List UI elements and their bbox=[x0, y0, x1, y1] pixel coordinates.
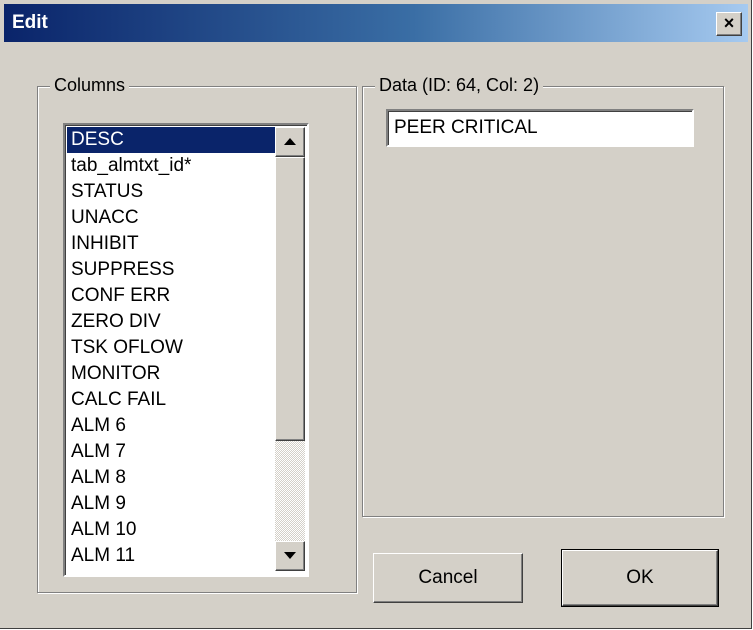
ok-button[interactable]: OK bbox=[561, 549, 719, 607]
columns-scrollbar[interactable] bbox=[275, 127, 305, 571]
scroll-down-button[interactable] bbox=[275, 541, 305, 571]
list-item[interactable]: CONF ERR bbox=[67, 283, 275, 309]
arrow-up-icon bbox=[284, 138, 296, 145]
list-item[interactable]: DESC bbox=[67, 127, 275, 153]
list-item[interactable]: STATUS bbox=[67, 179, 275, 205]
edit-dialog: Edit × Columns DESC tab_almtxt_id* STATUS U… bbox=[0, 0, 752, 629]
data-value-field[interactable]: PEER CRITICAL bbox=[386, 109, 694, 147]
data-groupbox: Data (ID: 64, Col: 2) bbox=[362, 75, 724, 517]
list-item[interactable]: ALM 11 bbox=[67, 543, 275, 569]
list-item[interactable]: tab_almtxt_id* bbox=[67, 153, 275, 179]
list-item[interactable]: ALM 8 bbox=[67, 465, 275, 491]
columns-list: DESC tab_almtxt_id* STATUS UNACC INHIBIT SUPP… bbox=[67, 127, 275, 569]
list-item[interactable]: INHIBIT bbox=[67, 231, 275, 257]
arrow-down-icon bbox=[284, 552, 296, 559]
list-item[interactable]: ALM 6 bbox=[67, 413, 275, 439]
close-button[interactable]: × bbox=[716, 12, 742, 36]
list-item[interactable]: TSK OFLOW bbox=[67, 335, 275, 361]
columns-listbox[interactable]: DESC tab_almtxt_id* STATUS UNACC INHIBIT SUPP… bbox=[63, 123, 309, 577]
scroll-up-button[interactable] bbox=[275, 127, 305, 157]
list-item[interactable]: ALM 7 bbox=[67, 439, 275, 465]
list-item[interactable]: CALC FAIL bbox=[67, 387, 275, 413]
list-item[interactable]: ALM 9 bbox=[67, 491, 275, 517]
list-item[interactable]: ALM 10 bbox=[67, 517, 275, 543]
close-icon: × bbox=[723, 13, 735, 33]
data-group-label: Data (ID: 64, Col: 2) bbox=[375, 75, 544, 96]
scroll-thumb[interactable] bbox=[275, 157, 305, 441]
cancel-button[interactable]: Cancel bbox=[373, 553, 523, 603]
list-item[interactable]: UNACC bbox=[67, 205, 275, 231]
title-bar[interactable]: Edit × bbox=[4, 4, 748, 42]
list-item[interactable]: ZERO DIV bbox=[67, 309, 275, 335]
columns-group-label: Columns bbox=[50, 75, 130, 96]
window-title: Edit bbox=[12, 12, 48, 33]
list-item[interactable]: MONITOR bbox=[67, 361, 275, 387]
list-item[interactable]: SUPPRESS bbox=[67, 257, 275, 283]
